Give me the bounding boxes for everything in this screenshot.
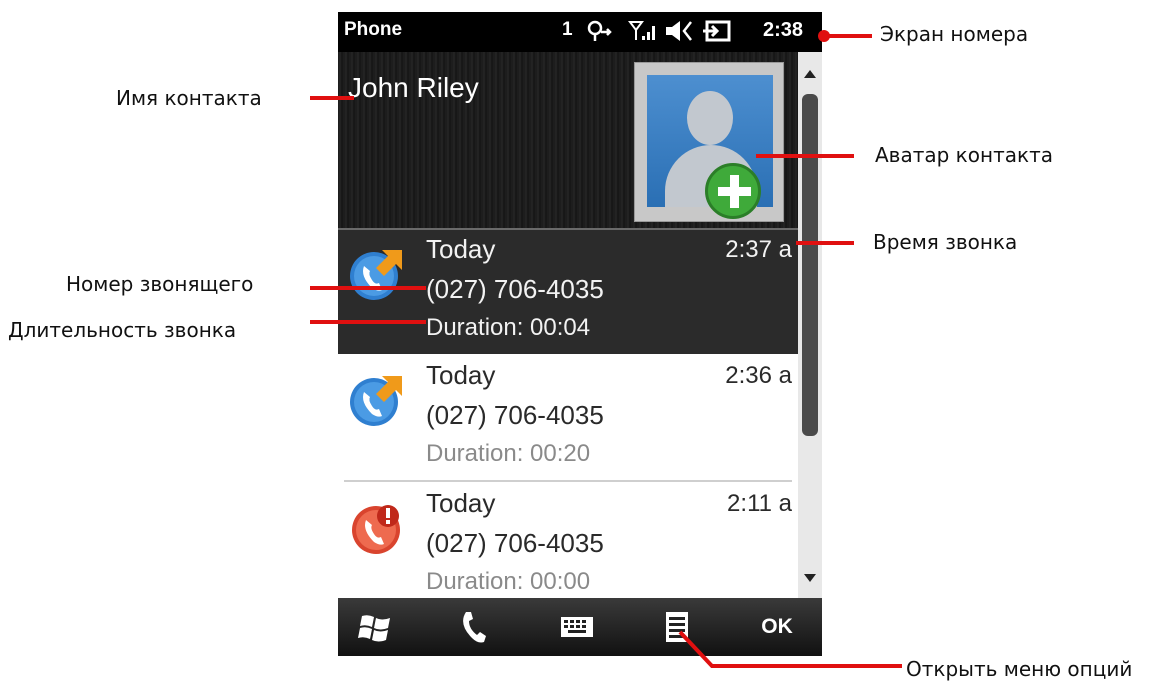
annotation-call-time: Время звонка	[873, 230, 1018, 254]
call-time: 2:37 a	[725, 236, 792, 263]
connectivity-icon[interactable]	[586, 20, 614, 48]
status-app-title: Phone	[344, 19, 403, 40]
signal-strength-icon[interactable]	[628, 20, 658, 48]
call-duration: Duration: 00:04	[426, 314, 591, 341]
annotation-caller-number-leader	[310, 286, 426, 290]
status-clock[interactable]: 2:38	[763, 19, 803, 42]
annotation-open-menu-leader	[678, 630, 902, 668]
outgoing-call-icon	[350, 376, 402, 426]
call-day: Today	[426, 488, 496, 518]
annotation-call-time-leader	[796, 241, 854, 245]
phone-screen: Phone 1 2:38 John Riley Today 2:37 a (02…	[338, 12, 822, 656]
contact-name[interactable]: John Riley	[348, 72, 479, 104]
keypad-button[interactable]	[552, 608, 602, 646]
caller-number: (027) 706-4035	[426, 528, 604, 558]
call-list-item[interactable]: Today 2:36 a (027) 706-4035 Duration: 00…	[338, 356, 798, 482]
add-photo-plus-icon	[705, 163, 761, 219]
annotation-contact-name-leader	[310, 96, 354, 100]
caller-number: (027) 706-4035	[426, 400, 604, 430]
keyboard-icon	[561, 617, 593, 637]
windows-start-icon	[358, 615, 390, 642]
contact-avatar[interactable]	[634, 62, 784, 222]
call-list-item[interactable]: Today 2:37 a (027) 706-4035 Duration: 00…	[338, 228, 798, 354]
call-duration: Duration: 00:00	[426, 568, 591, 595]
call-day: Today	[426, 234, 496, 264]
annotation-caller-number: Номер звонящего	[66, 272, 254, 296]
status-bar: Phone 1 2:38	[338, 12, 822, 52]
annotation-screen-leader	[828, 34, 872, 38]
call-duration: Duration: 00:20	[426, 440, 591, 467]
scroll-up-arrow-icon[interactable]	[804, 70, 816, 78]
battery-power-icon[interactable]	[702, 18, 732, 50]
annotation-screen: Экран номера	[880, 22, 1029, 46]
annotation-screen-dot	[818, 30, 830, 42]
annotation-call-duration: Длительность звонка	[8, 318, 237, 342]
annotation-contact-name: Имя контакта	[116, 86, 262, 110]
annotation-open-menu: Открыть меню опций	[906, 657, 1133, 681]
call-button[interactable]	[450, 608, 500, 646]
missed-call-icon	[352, 505, 400, 554]
call-list-item[interactable]: Today 2:11 a (027) 706-4035 Duration: 00…	[338, 484, 798, 598]
caller-number: (027) 706-4035	[426, 274, 604, 304]
annotation-contact-avatar-leader	[756, 154, 854, 158]
contact-header: John Riley	[338, 52, 798, 228]
windows-start-button[interactable]	[350, 608, 400, 646]
phone-icon	[463, 612, 486, 643]
scroll-down-arrow-icon[interactable]	[804, 574, 816, 582]
row-divider	[344, 480, 792, 482]
scrollbar[interactable]	[798, 52, 822, 598]
notification-count[interactable]: 1	[562, 19, 573, 41]
annotation-contact-avatar: Аватар контакта	[875, 143, 1053, 167]
call-history-list: Today 2:37 a (027) 706-4035 Duration: 00…	[338, 228, 798, 598]
annotation-call-duration-leader	[310, 320, 426, 324]
call-day: Today	[426, 360, 496, 390]
call-time: 2:36 a	[725, 362, 792, 389]
volume-icon[interactable]	[664, 19, 694, 49]
call-time: 2:11 a	[727, 490, 792, 517]
outgoing-call-icon	[350, 250, 402, 300]
scroll-thumb[interactable]	[802, 94, 818, 436]
